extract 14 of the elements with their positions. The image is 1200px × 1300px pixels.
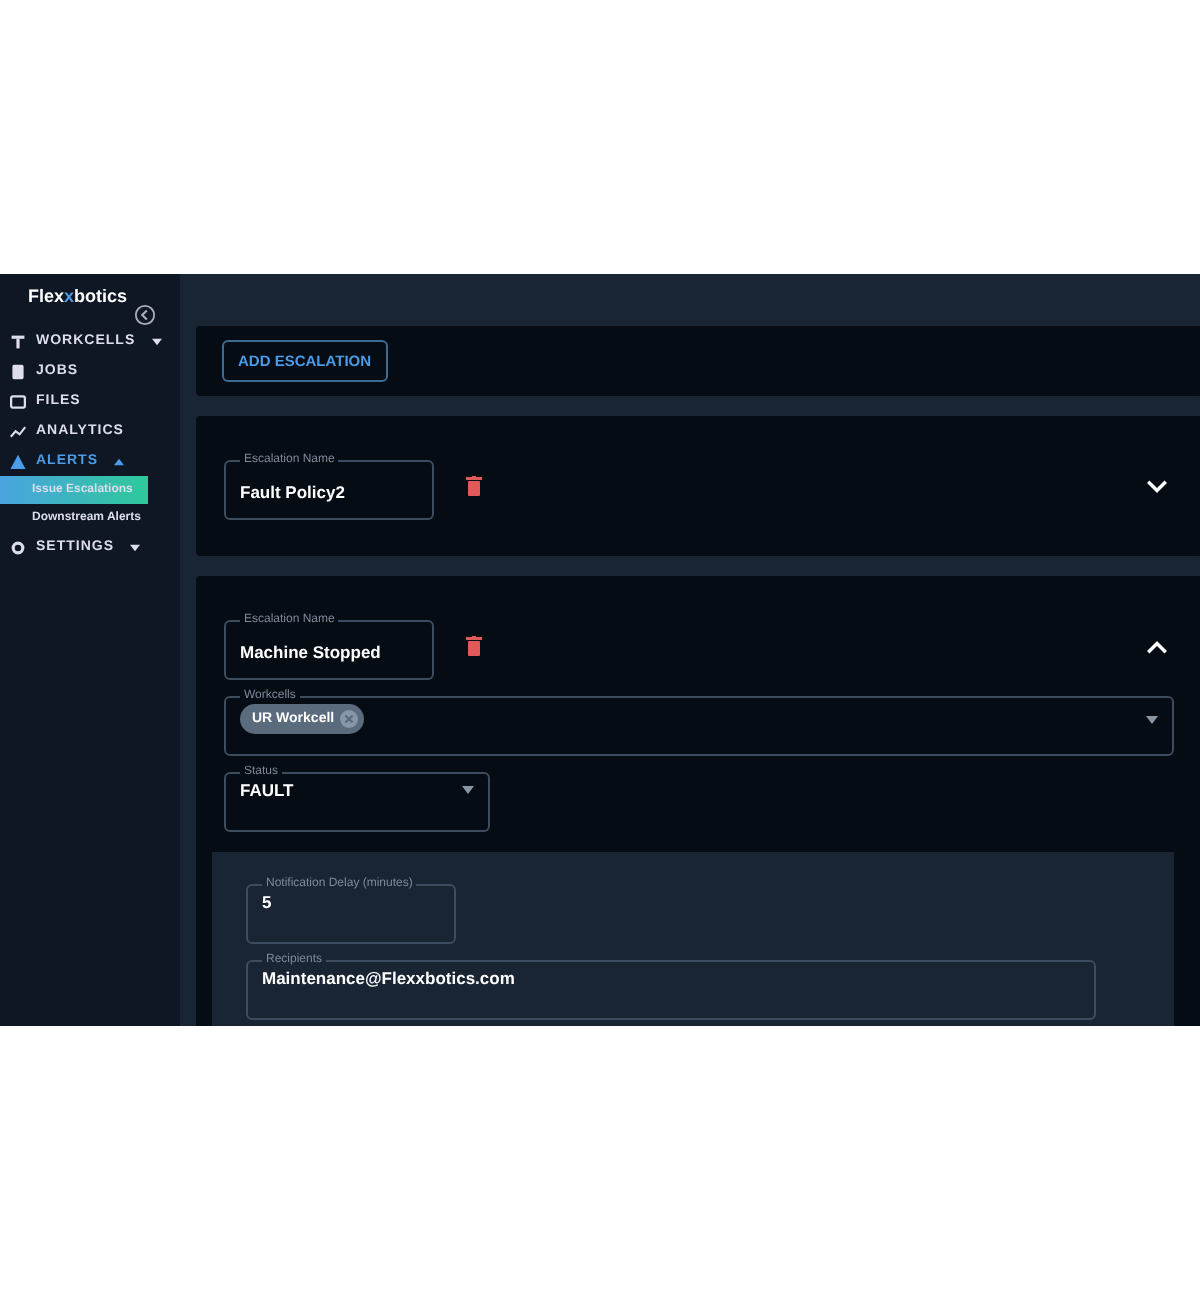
workcell-icon: [10, 333, 26, 349]
delete-icon[interactable]: [466, 636, 482, 656]
chevron-icon[interactable]: [1146, 639, 1168, 653]
chart-icon: [10, 423, 26, 439]
collapse-icon[interactable]: [134, 304, 156, 326]
document-icon: [10, 363, 26, 379]
dropdown-icon: [462, 786, 474, 794]
folder-icon: [10, 393, 26, 409]
settings-icon: [10, 539, 26, 555]
logo: Flexxbotics: [26, 286, 130, 306]
warning-icon: [10, 453, 26, 469]
chevron-icon[interactable]: [1146, 479, 1168, 493]
delete-icon[interactable]: [466, 476, 482, 496]
dropdown-icon: [1146, 715, 1158, 723]
